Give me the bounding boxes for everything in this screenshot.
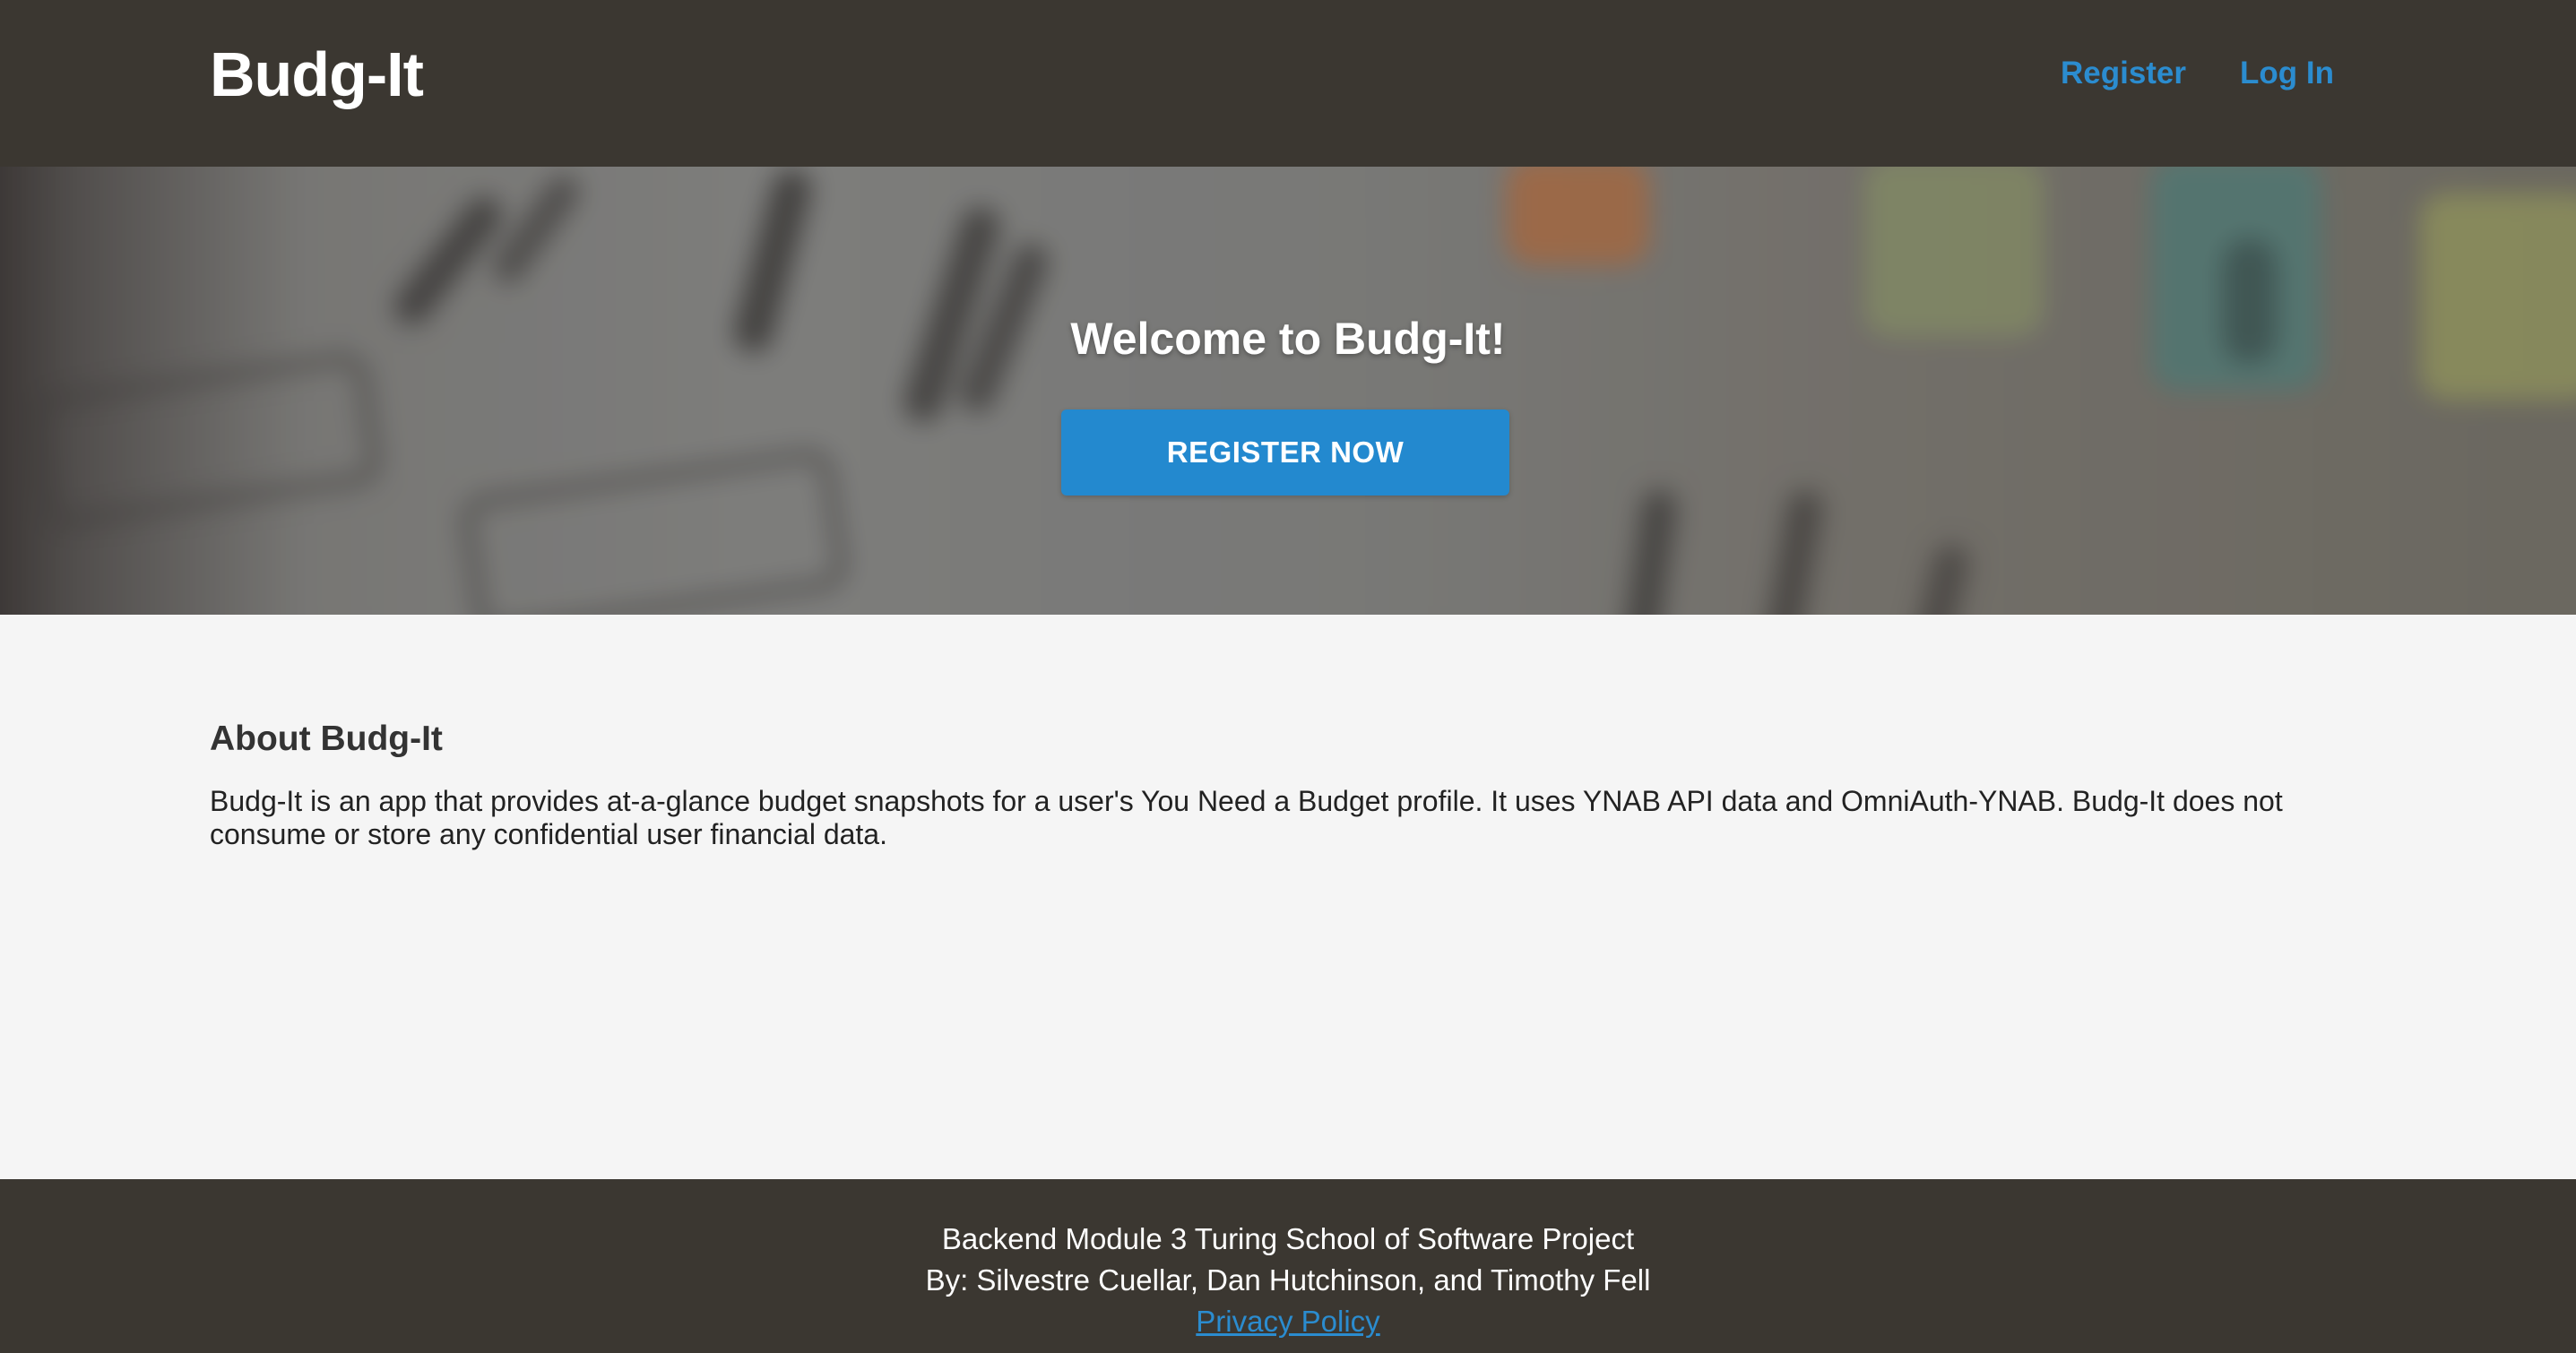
hero-banner: Welcome to Budg-It! REGISTER NOW bbox=[0, 167, 2576, 615]
login-link[interactable]: Log In bbox=[2240, 52, 2334, 95]
site-footer: Backend Module 3 Turing School of Softwa… bbox=[0, 1179, 2576, 1353]
hero-title: Welcome to Budg-It! bbox=[1070, 314, 1506, 364]
register-now-button[interactable]: REGISTER NOW bbox=[1061, 409, 1509, 496]
brand-logo[interactable]: Budg-It bbox=[210, 36, 424, 113]
about-description: Budg-It is an app that provides at-a-gla… bbox=[210, 785, 2283, 850]
privacy-policy-link[interactable]: Privacy Policy bbox=[1196, 1305, 1379, 1338]
about-section: About Budg-It Budg-It is an app that pro… bbox=[210, 717, 2379, 851]
about-heading: About Budg-It bbox=[210, 720, 443, 758]
site-header: Budg-It Register Log In bbox=[0, 0, 2576, 167]
footer-authors-line: By: Silvestre Cuellar, Dan Hutchinson, a… bbox=[925, 1263, 1651, 1297]
footer-project-line: Backend Module 3 Turing School of Softwa… bbox=[941, 1222, 1635, 1255]
register-link[interactable]: Register bbox=[2061, 52, 2186, 95]
top-nav: Register Log In bbox=[2061, 52, 2334, 95]
